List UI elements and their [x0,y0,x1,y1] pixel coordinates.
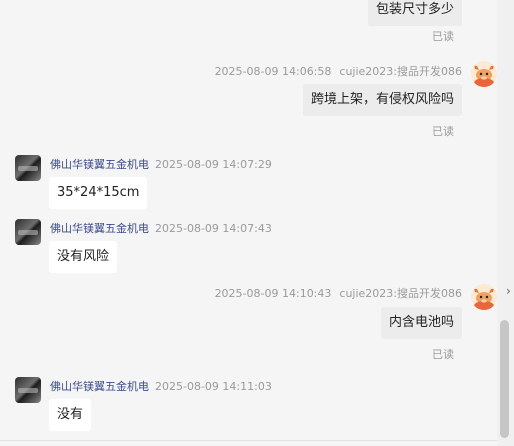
message-bubble-outgoing[interactable]: 跨境上架，有侵权风险吗 [302,84,462,116]
message-time: 2025-08-09 14:07:29 [155,158,272,171]
message-bubble-outgoing[interactable]: 包装尺寸多少 [367,0,462,26]
divider [0,440,497,441]
cartoon-bull-avatar-icon [471,61,497,87]
message-time: 2025-08-09 14:07:43 [155,222,272,235]
message-bubble-incoming[interactable]: 没有 [49,399,92,431]
message-meta-outgoing: 2025-08-09 14:10:43 cujie2023:搜品开发086 [215,285,462,301]
read-receipt: 已读 [432,348,454,361]
read-receipt: 已读 [432,30,454,43]
message-bubble-outgoing[interactable]: 内含电池吗 [380,307,462,339]
message-meta-incoming: 佛山华镁翼五金机电 2025-08-09 14:07:43 [50,220,272,236]
supplier-avatar[interactable] [15,377,41,403]
sender-name: cujie2023:搜品开发086 [339,287,462,300]
sender-name[interactable]: 佛山华镁翼五金机电 [50,222,149,235]
message-time: 2025-08-09 14:06:58 [214,65,332,78]
read-receipt: 已读 [432,125,454,138]
sender-name: cujie2023:搜品开发086 [339,65,462,78]
user-avatar[interactable] [471,61,497,87]
message-bubble-incoming[interactable]: 35*24*15cm [49,177,148,209]
chat-message-list: 包装尺寸多少 已读 2025-08-09 14:06:58 cujie2023:搜… [0,0,514,446]
message-time: 2025-08-09 14:10:43 [214,287,332,300]
message-meta-incoming: 佛山华镁翼五金机电 2025-08-09 14:11:03 [50,378,272,394]
chevron-right-icon[interactable]: › [506,284,511,298]
message-meta-outgoing: 2025-08-09 14:06:58 cujie2023:搜品开发086 [215,63,462,79]
user-avatar[interactable] [471,284,497,310]
sender-name[interactable]: 佛山华镁翼五金机电 [50,380,149,393]
message-time: 2025-08-09 14:11:03 [155,380,272,393]
sender-name[interactable]: 佛山华镁翼五金机电 [50,158,149,171]
message-bubble-incoming[interactable]: 没有风险 [49,241,118,273]
cartoon-bull-avatar-icon [471,284,497,310]
message-meta-incoming: 佛山华镁翼五金机电 2025-08-09 14:07:29 [50,156,272,172]
scrollbar-thumb[interactable] [500,320,509,438]
supplier-avatar[interactable] [15,155,41,181]
supplier-avatar[interactable] [15,219,41,245]
